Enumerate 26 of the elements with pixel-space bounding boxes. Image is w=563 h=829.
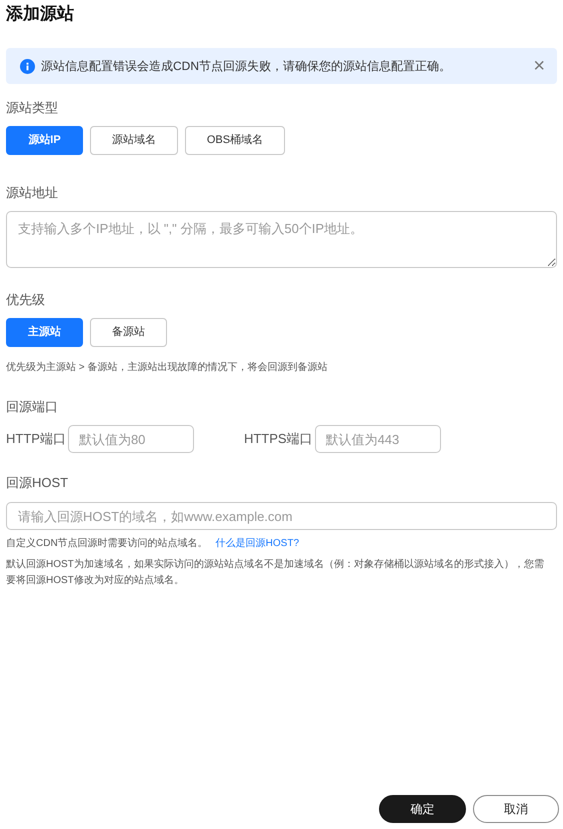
cancel-button[interactable]: 取消 [473,795,559,823]
hint-text: 优先级为主源站 > 备源站，主源站出现故障的情况下，将会回源到备源站 [6,361,328,375]
port-label: HTTP端口 [6,430,66,448]
port-field[interactable]: 默认值为80 [68,425,194,453]
note-text: 默认回源HOST为加速域名，如果实际访问的源站站点域名不是加速域名（例：对象存储桶以源站域名的形式接入），您需要将回源HOST修改为对应的站点域名。 [6,558,545,588]
field-label: 源站地址 [6,185,59,201]
help-link[interactable]: 什么是回源HOST? [216,537,300,551]
option-button[interactable]: OBS桶域名 [185,126,285,155]
field-label: 优先级 [6,292,46,308]
option-button[interactable]: 备源站 [90,318,167,347]
field-label: 回源HOST [6,475,70,491]
field-label: 源站类型 [6,100,59,116]
port-field[interactable]: 默认值为443 [314,425,441,453]
address-field[interactable]: 支持输入多个IP地址，以 "," 分隔，最多可输入50个IP地址。 [6,211,557,268]
option-button[interactable]: 源站IP [6,126,83,155]
close-button[interactable]: × [533,56,545,76]
alert-text: 源站信息配置错误会造成CDN节点回源失败，请确保您的源站信息配置正确。 [41,58,452,75]
option-button[interactable]: 主源站 [6,318,83,347]
help-text: 自定义CDN节点回源时需要访问的站点域名。 [6,537,208,551]
field-label: 回源端口 [6,399,59,415]
host-field[interactable]: 请输入回源HOST的域名，如www.example.com [6,502,557,530]
port-label: HTTPS端口 [244,430,313,448]
dialog-title: 添加源站 [6,4,75,24]
confirm-button[interactable]: 确定 [379,795,466,823]
option-button[interactable]: 源站域名 [90,126,178,155]
info-icon [20,58,35,74]
